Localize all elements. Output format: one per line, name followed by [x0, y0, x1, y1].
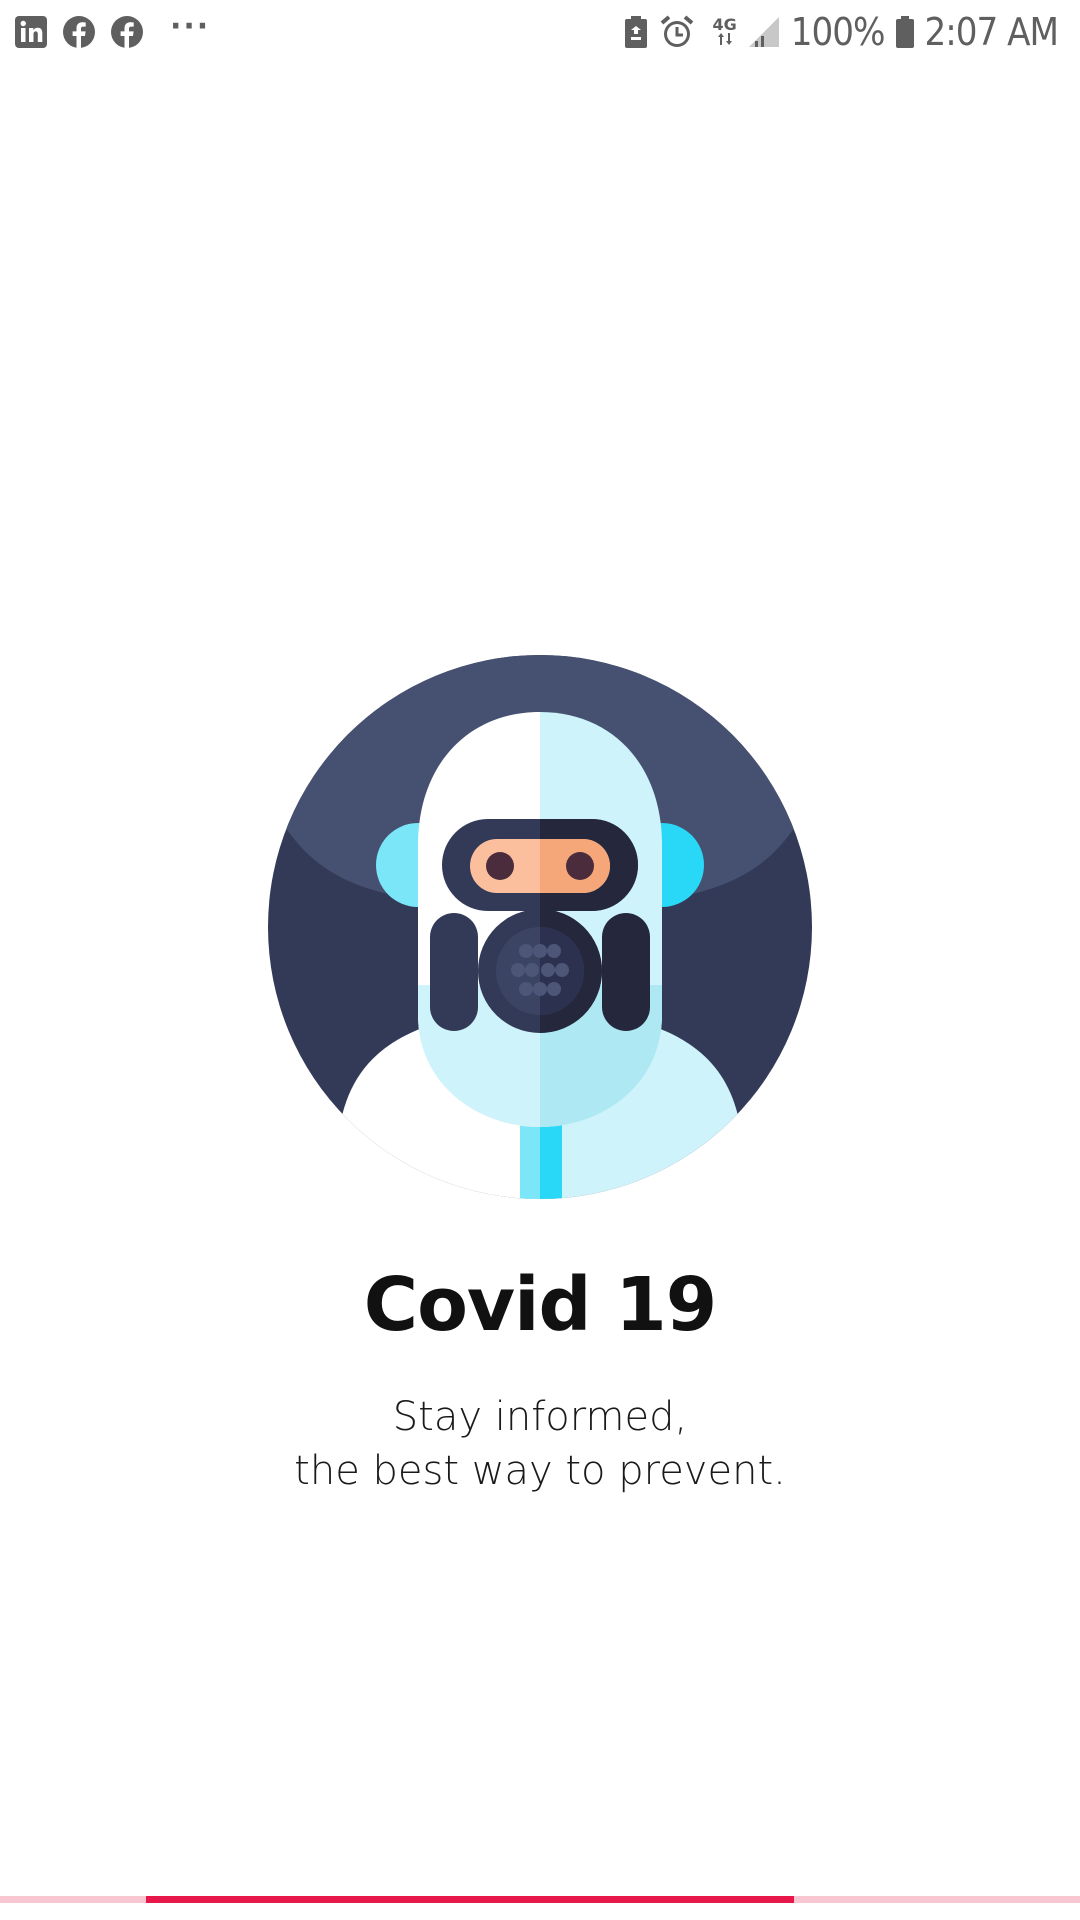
tagline-line-1: Stay informed, [392, 1394, 688, 1440]
battery-saver-icon [624, 16, 647, 48]
facebook-icon [63, 16, 95, 48]
mask-strap-right [602, 913, 650, 1031]
alarm-icon [660, 15, 693, 47]
battery-icon [895, 16, 914, 48]
app-title: Covid 19 [363, 1262, 717, 1348]
more-notifications-icon: ··· [170, 8, 211, 44]
eye-left [486, 852, 514, 880]
system-status: 4G 100% 2:07 AM [623, 10, 1059, 54]
notification-icons: ··· [14, 8, 211, 52]
network-type: 4G [712, 15, 737, 34]
signal-icon [748, 17, 779, 47]
neck-tube-right [540, 1125, 562, 1199]
loading-progress-fill [146, 1896, 794, 1903]
neck-tube-left [520, 1125, 540, 1199]
eye-right [566, 852, 594, 880]
hazmat-avatar-illustration [268, 655, 812, 1199]
tagline: Stay informed, the best way to prevent. [0, 1390, 1080, 1498]
status-bar: ··· 4G 100% 2:07 AM [0, 0, 1080, 64]
facebook-icon [111, 16, 143, 48]
network-indicator: 4G [712, 15, 737, 46]
mask-strap-left [430, 913, 478, 1031]
linkedin-icon [15, 16, 47, 48]
battery-percentage: 100% [790, 10, 886, 54]
loading-progress-bar [0, 1896, 1080, 1903]
clock: 2:07 AM [924, 10, 1059, 54]
tagline-line-2: the best way to prevent. [294, 1448, 786, 1494]
data-arrows-icon [717, 33, 732, 45]
